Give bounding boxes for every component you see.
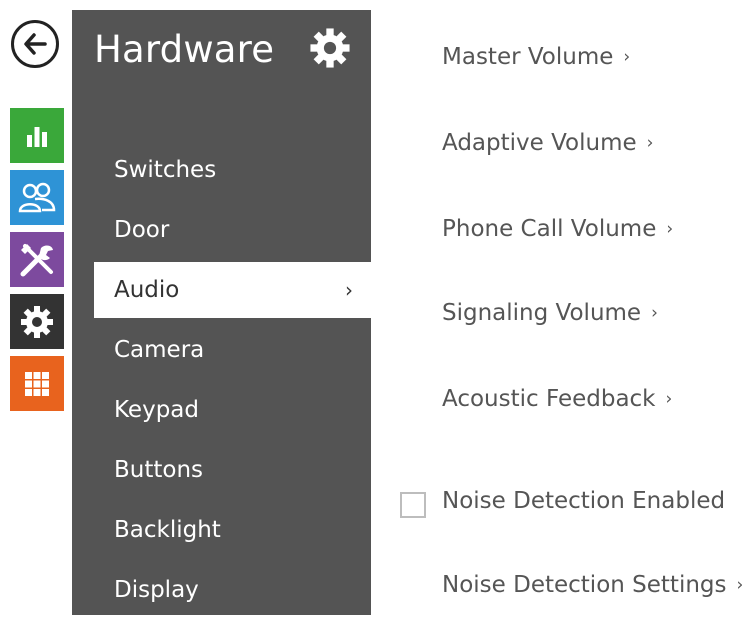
acoustic-feedback-link[interactable]: Acoustic Feedback › [442, 386, 672, 412]
phone-call-volume-link[interactable]: Phone Call Volume › [442, 216, 673, 242]
menu-item-label: Switches [114, 157, 217, 183]
link-label: Noise Detection Settings [442, 572, 727, 598]
gear-icon [21, 305, 53, 338]
icon-rail [0, 0, 72, 615]
menu-item-audio[interactable]: Audio › [94, 262, 371, 318]
link-label: Phone Call Volume [442, 216, 657, 242]
menu-item-label: Audio [114, 277, 180, 303]
gear-icon[interactable] [308, 26, 352, 70]
link-label: Master Volume [442, 44, 614, 70]
chevron-right-icon: › [665, 389, 673, 409]
noise-detection-settings-link[interactable]: Noise Detection Settings › [442, 572, 743, 598]
services-tile[interactable] [10, 232, 64, 287]
menu-item-label: Buttons [114, 457, 204, 483]
users-icon [18, 182, 56, 212]
system-tile[interactable] [10, 356, 64, 411]
hardware-tile[interactable] [10, 294, 64, 349]
chevron-right-icon: › [623, 47, 631, 67]
master-volume-link[interactable]: Master Volume › [442, 44, 630, 70]
menu-item-label: Keypad [114, 397, 199, 423]
adaptive-volume-link[interactable]: Adaptive Volume › [442, 130, 653, 156]
menu-item-backlight[interactable]: Backlight [72, 502, 371, 558]
arrow-left-icon [24, 33, 47, 55]
bar-chart-icon [27, 126, 47, 147]
menu-item-switches[interactable]: Switches [72, 142, 371, 198]
panel-title: Hardware [94, 28, 275, 71]
link-label: Adaptive Volume [442, 130, 637, 156]
grid-icon [25, 371, 49, 396]
signaling-volume-link[interactable]: Signaling Volume › [442, 300, 658, 326]
status-tile[interactable] [10, 108, 64, 163]
menu-item-label: Camera [114, 337, 205, 363]
noise-detection-label: Noise Detection Enabled [442, 488, 726, 514]
hardware-menu-panel: Hardware Switches Door Audio › Camera Ke… [72, 10, 371, 615]
menu-item-door[interactable]: Door [72, 202, 371, 258]
menu-item-camera[interactable]: Camera [72, 322, 371, 378]
chevron-right-icon: › [736, 575, 744, 595]
chevron-right-icon: › [666, 219, 674, 239]
chevron-right-icon: › [345, 278, 353, 302]
noise-detection-checkbox[interactable] [400, 492, 426, 518]
back-button[interactable] [11, 20, 59, 68]
directory-tile[interactable] [10, 170, 64, 225]
link-label: Signaling Volume [442, 300, 642, 326]
menu-item-display[interactable]: Display [72, 562, 371, 618]
chevron-right-icon: › [646, 133, 654, 153]
link-label: Acoustic Feedback [442, 386, 656, 412]
tools-icon [20, 243, 53, 276]
menu-item-keypad[interactable]: Keypad [72, 382, 371, 438]
menu-item-label: Display [114, 577, 199, 603]
chevron-right-icon: › [651, 303, 658, 323]
menu-item-buttons[interactable]: Buttons [72, 442, 371, 498]
menu-item-label: Door [114, 217, 170, 243]
menu-item-label: Backlight [114, 517, 221, 543]
